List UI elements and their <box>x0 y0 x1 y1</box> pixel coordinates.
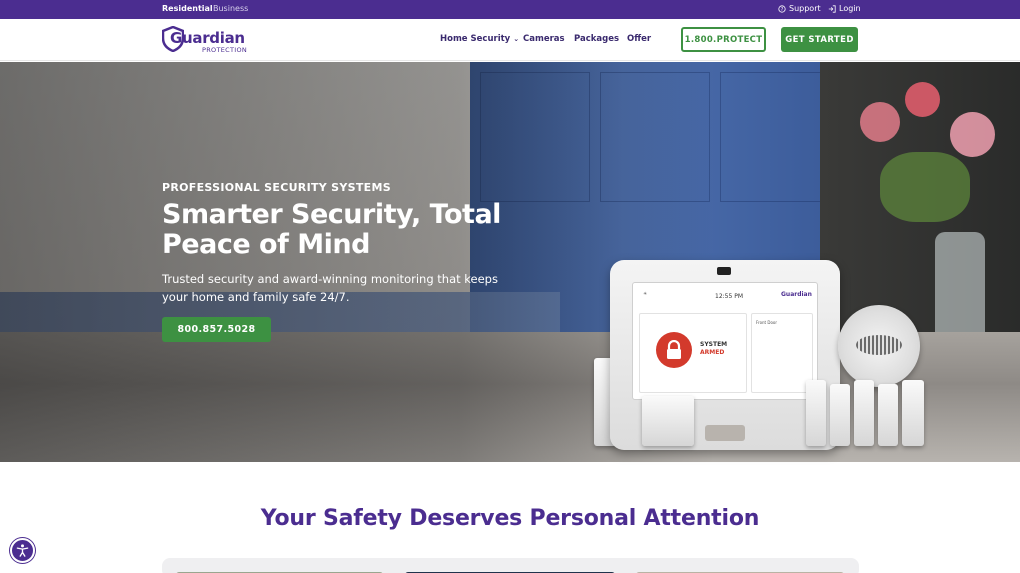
login-icon <box>828 4 836 13</box>
panel-side-label: Front Door <box>756 320 778 325</box>
guardian-logo[interactable]: Guardian PROTECTION <box>162 24 252 56</box>
contact-sensor <box>806 380 826 446</box>
hero-subtext: Trusted security and award-winning monit… <box>162 272 498 304</box>
support-icon: ? <box>778 4 786 12</box>
top-utility-bar: Residential Business ? Support Login <box>0 0 1020 19</box>
accessibility-button[interactable] <box>10 538 35 563</box>
panel-status-pane: SYSTEM ARMED <box>639 313 747 393</box>
main-nav: Guardian PROTECTION Home Security ⌄ Camer… <box>0 19 1020 61</box>
hero-call-button[interactable]: 800.857.5028 <box>162 317 271 342</box>
contact-sensor <box>902 380 924 446</box>
panel-weather: ☀ <box>643 292 648 297</box>
login-link[interactable]: Login <box>828 4 861 13</box>
panel-status-line2: ARMED <box>700 349 725 356</box>
nav-offer[interactable]: Offer <box>627 34 651 44</box>
panel-logo: Guardian <box>781 291 812 298</box>
logo-subtext: PROTECTION <box>202 46 248 54</box>
contact-sensor <box>878 384 898 446</box>
lock-icon <box>656 332 692 368</box>
segment-residential[interactable]: Residential <box>162 4 213 13</box>
panel-side-pane: Front Door <box>751 313 813 393</box>
support-link[interactable]: ? Support <box>778 4 821 13</box>
contact-sensor <box>830 384 850 446</box>
panel-time: 12:55 PM <box>715 293 743 300</box>
hero-eyebrow: PROFESSIONAL SECURITY SYSTEMS <box>162 181 391 194</box>
chevron-down-icon: ⌄ <box>513 35 520 43</box>
panel-status-line1: SYSTEM <box>700 341 728 348</box>
login-label: Login <box>839 4 861 13</box>
panel-screen: ☀ 12:55 PM Guardian SYSTEM ARMED Front D… <box>632 282 818 400</box>
get-started-button[interactable]: GET STARTED <box>781 27 858 52</box>
nav-cameras[interactable]: Cameras <box>523 34 565 44</box>
nav-home-security-label: Home Security <box>440 34 511 44</box>
phone-button[interactable]: 1.800.PROTECT <box>681 27 766 52</box>
accessibility-icon <box>16 544 29 557</box>
support-label: Support <box>789 4 821 13</box>
smoke-detector <box>838 305 920 387</box>
cards-container <box>162 558 859 573</box>
contact-sensor <box>854 380 874 446</box>
panel-camera <box>717 267 731 275</box>
section-title: Your Safety Deserves Personal Attention <box>260 506 760 531</box>
nav-packages[interactable]: Packages <box>574 34 619 44</box>
panel-speaker <box>705 425 745 441</box>
nav-home-security[interactable]: Home Security ⌄ <box>440 34 519 44</box>
door-sensor <box>642 396 694 446</box>
segment-business[interactable]: Business <box>213 4 248 13</box>
logo-wordmark: Guardian <box>170 29 245 47</box>
hero-headline: Smarter Security, Total Peace of Mind <box>162 199 501 260</box>
